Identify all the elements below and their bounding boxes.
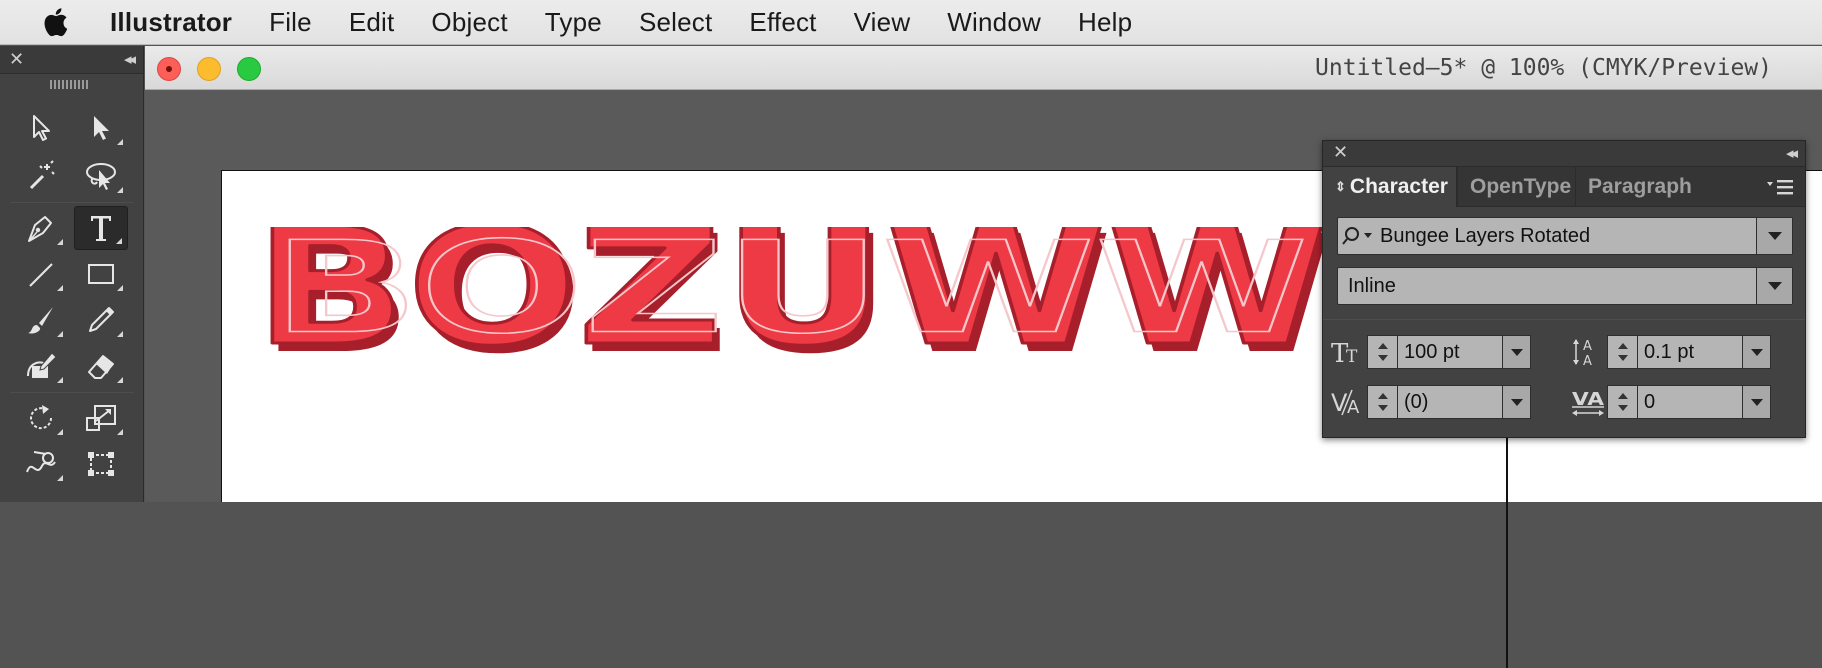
font-size-icon: TT (1329, 335, 1367, 369)
leading-input[interactable]: 0.1 pt (1637, 335, 1743, 369)
svg-text:T: T (1346, 347, 1358, 366)
rectangle-tool-icon[interactable] (74, 252, 128, 296)
tab-options-arrows-icon: ⇕ (1335, 179, 1346, 194)
menu-file[interactable]: File (269, 7, 312, 38)
tracking-input[interactable]: 0 (1637, 385, 1743, 419)
rotate-tool-icon[interactable] (14, 396, 68, 440)
leading-chevron-icon[interactable] (1743, 335, 1771, 369)
tracking-field: VA 0 (1569, 385, 1771, 419)
magic-wand-tool-icon[interactable] (14, 154, 68, 198)
font-style-value[interactable]: Inline (1338, 275, 1756, 298)
font-family-dropdown[interactable]: Bungee Layers Rotated (1337, 217, 1793, 255)
menu-view[interactable]: View (854, 7, 911, 38)
font-style-chevron-icon[interactable] (1756, 268, 1792, 304)
panel-separator (1323, 319, 1805, 320)
kerning-chevron-icon[interactable] (1503, 385, 1531, 419)
font-size-field: TT 100 pt (1329, 335, 1531, 369)
warp-tool-icon[interactable] (14, 442, 68, 486)
character-panel: ✕ ◂◂ ⇕ Character OpenType Paragraph Bunge… (1322, 140, 1806, 438)
tools-separator (10, 202, 134, 203)
artwork-inline-layer: BOZUWW (272, 227, 1308, 357)
leading-field: AA 0.1 pt (1569, 335, 1771, 369)
menu-select[interactable]: Select (639, 7, 712, 38)
font-family-chevron-icon[interactable] (1756, 218, 1792, 254)
kerning-stepper[interactable] (1367, 385, 1397, 419)
menu-effect[interactable]: Effect (749, 7, 816, 38)
leading-stepper[interactable] (1607, 335, 1637, 369)
panel-collapse-icon[interactable]: ◂◂ (1786, 144, 1798, 162)
menu-window[interactable]: Window (947, 7, 1041, 38)
tools-separator (10, 392, 134, 393)
kerning-field: VA (0) (1329, 385, 1531, 419)
tab-paragraph-label: Paragraph (1588, 175, 1692, 198)
font-style-dropdown[interactable]: Inline (1337, 267, 1793, 305)
menu-help[interactable]: Help (1078, 7, 1132, 38)
document-title: Untitled–5* @ 100% (CMYK/Preview) (1315, 55, 1772, 81)
direct-selection-tool-icon[interactable] (74, 106, 128, 150)
panel-close-icon[interactable]: ✕ (1333, 142, 1348, 163)
font-family-value[interactable]: Bungee Layers Rotated (1378, 225, 1756, 248)
tools-close-icon[interactable]: ✕ (9, 49, 24, 69)
tools-panel-header: ✕ ◂◂ (0, 46, 143, 74)
artwork-text[interactable]: BOZUWW BOZUWW BOZUWW (254, 227, 1354, 357)
close-window-button[interactable] (157, 57, 181, 81)
leading-icon: AA (1569, 335, 1607, 369)
free-transform-tool-icon[interactable] (74, 442, 128, 486)
app-name-menu[interactable]: Illustrator (110, 7, 232, 38)
tab-character-label: Character (1349, 175, 1448, 198)
lasso-tool-icon[interactable] (74, 154, 128, 198)
panel-tab-bar: ⇕ Character OpenType Paragraph (1323, 167, 1805, 207)
tab-paragraph[interactable]: Paragraph (1575, 167, 1692, 207)
tracking-chevron-icon[interactable] (1743, 385, 1771, 419)
eraser-tool-icon[interactable] (74, 344, 128, 388)
tracking-stepper[interactable] (1607, 385, 1637, 419)
shaper-tool-icon[interactable] (14, 344, 68, 388)
paintbrush-tool-icon[interactable] (14, 298, 68, 342)
kerning-icon: VA (1329, 385, 1367, 419)
kerning-input[interactable]: (0) (1397, 385, 1503, 419)
tracking-icon: VA (1569, 385, 1607, 419)
document-titlebar: Untitled–5* @ 100% (CMYK/Preview) (145, 46, 1822, 90)
font-search-icon[interactable] (1338, 218, 1378, 254)
tab-opentype[interactable]: OpenType (1457, 167, 1575, 207)
svg-text:A: A (1583, 339, 1592, 354)
tab-character[interactable]: ⇕ Character (1323, 167, 1457, 207)
tab-opentype-label: OpenType (1470, 175, 1572, 198)
tools-collapse-icon[interactable]: ◂◂ (124, 50, 136, 68)
panel-menu-icon[interactable] (1765, 179, 1795, 197)
scale-tool-icon[interactable] (74, 396, 128, 440)
menu-bar: Illustrator File Edit Object Type Select… (0, 0, 1822, 45)
svg-text:V: V (1331, 389, 1348, 417)
svg-text:A: A (1583, 354, 1592, 367)
minimize-window-button[interactable] (197, 57, 221, 81)
tools-drag-grip[interactable] (50, 80, 90, 89)
menu-type[interactable]: Type (545, 7, 602, 38)
font-size-input[interactable]: 100 pt (1397, 335, 1503, 369)
menu-edit[interactable]: Edit (349, 7, 395, 38)
apple-menu-icon[interactable] (38, 0, 72, 45)
zoom-window-button[interactable] (237, 57, 261, 81)
pencil-tool-icon[interactable] (74, 298, 128, 342)
font-size-chevron-icon[interactable] (1503, 335, 1531, 369)
line-segment-tool-icon[interactable] (14, 252, 68, 296)
menu-object[interactable]: Object (431, 7, 507, 38)
type-tool-icon[interactable] (74, 206, 128, 250)
selection-tool-icon[interactable] (14, 106, 68, 150)
character-panel-header: ✕ ◂◂ (1323, 141, 1805, 167)
svg-text:A: A (1347, 397, 1360, 417)
font-size-stepper[interactable] (1367, 335, 1397, 369)
pen-tool-icon[interactable] (14, 206, 68, 250)
tools-panel: ✕ ◂◂ (0, 46, 144, 502)
